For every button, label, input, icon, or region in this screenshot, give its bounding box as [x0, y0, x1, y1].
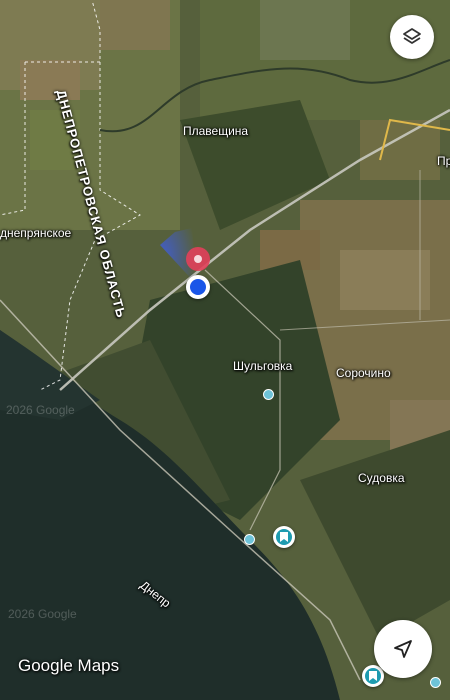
- poi-dot[interactable]: [430, 677, 441, 688]
- location-pin-icon[interactable]: [184, 246, 212, 278]
- navigation-arrow-icon: [394, 640, 412, 658]
- map-view[interactable]: Плавещина Шульговка Сорочино Судовка дне…: [0, 0, 450, 700]
- current-location-dot[interactable]: [186, 275, 210, 299]
- layers-icon: [403, 28, 421, 44]
- layers-button[interactable]: [390, 15, 434, 59]
- google-maps-logo: Google Maps: [18, 656, 120, 675]
- place-label-sudovka[interactable]: Судовка: [358, 471, 405, 485]
- poi-dot[interactable]: [244, 534, 255, 545]
- place-label-sorochino[interactable]: Сорочино: [336, 366, 391, 380]
- place-label-dnepryanskoe[interactable]: днепрянское: [0, 226, 71, 240]
- poi-marker[interactable]: [273, 526, 295, 548]
- poi-dot[interactable]: [263, 389, 274, 400]
- my-location-button[interactable]: [374, 620, 432, 678]
- current-location-dot-inner: [190, 279, 206, 295]
- place-label-shulgovka[interactable]: Шульговка: [233, 359, 292, 373]
- place-label-partial[interactable]: Пр: [437, 154, 450, 168]
- bookmark-icon: [365, 668, 381, 684]
- imagery-watermark: 2026 Google: [8, 607, 77, 621]
- imagery-watermark: 2026 Google: [6, 403, 75, 417]
- place-label-plaveschina[interactable]: Плавещина: [183, 124, 248, 138]
- bookmark-icon: [276, 529, 292, 545]
